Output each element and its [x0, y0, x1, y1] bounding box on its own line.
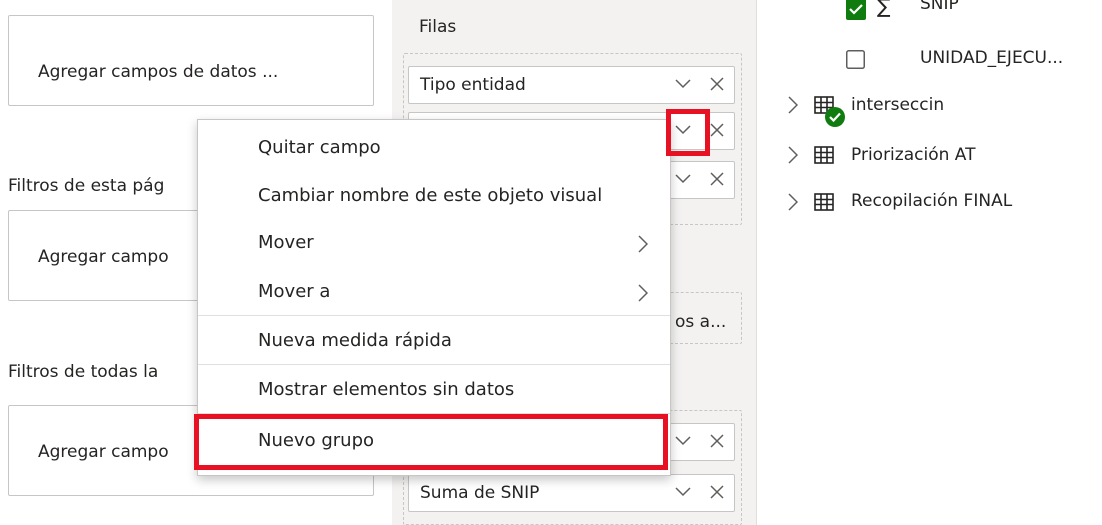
- check-badge-icon: [825, 107, 845, 127]
- menu-item-label: Mover a: [258, 281, 331, 302]
- page-filter-placeholder: Agregar campo: [38, 247, 169, 267]
- table-item-label[interactable]: interseccin: [851, 95, 944, 115]
- columns-placeholder: os a...: [675, 312, 727, 332]
- menu-item-label: Cambiar nombre de este objeto visual: [258, 185, 603, 206]
- close-icon[interactable]: [710, 434, 724, 448]
- menu-separator: [198, 315, 670, 316]
- menu-item-label: Nueva medida rápida: [258, 330, 452, 351]
- chevron-down-icon[interactable]: [675, 79, 691, 89]
- all-pages-filters-title: Filtros de todas la: [8, 362, 159, 382]
- value-field-pill[interactable]: Suma de SNIP: [408, 474, 735, 512]
- field-item-label[interactable]: UNIDAD_EJECU...: [920, 48, 1063, 68]
- menu-item-cambiar-nombre[interactable]: Cambiar nombre de este objeto visual: [198, 172, 670, 220]
- row-field-pill[interactable]: Tipo entidad: [408, 66, 735, 104]
- sigma-icon: ∑: [877, 0, 891, 18]
- fields-pane: [756, 0, 1102, 525]
- menu-item-quitar-campo[interactable]: Quitar campo: [198, 124, 670, 172]
- field-item-label[interactable]: SNIP: [920, 0, 959, 14]
- chevron-down-icon[interactable]: [675, 436, 691, 446]
- chevron-right-icon: [638, 235, 648, 253]
- close-icon[interactable]: [710, 77, 724, 91]
- close-icon[interactable]: [710, 172, 724, 186]
- menu-item-label: Quitar campo: [258, 137, 381, 158]
- nuevo-grupo-highlight: [194, 414, 668, 470]
- close-icon[interactable]: [710, 485, 724, 499]
- menu-item-label: Mostrar elementos sin datos: [258, 379, 515, 400]
- all-pages-filter-placeholder: Agregar campo: [38, 442, 169, 462]
- chevron-right-icon[interactable]: [788, 96, 798, 114]
- checkbox-checked-icon[interactable]: [846, 0, 866, 20]
- menu-item-mover-a[interactable]: Mover a: [198, 268, 670, 316]
- row-field-label: Tipo entidad: [420, 75, 526, 95]
- value-field-label: Suma de SNIP: [420, 483, 540, 503]
- checkbox-icon[interactable]: [846, 50, 865, 69]
- chevron-right-icon: [638, 284, 648, 302]
- visual-filter-placeholder: Agregar campos de datos ...: [38, 62, 279, 82]
- table-icon: [814, 146, 834, 164]
- menu-item-mover[interactable]: Mover: [198, 219, 670, 267]
- table-icon: [814, 193, 834, 211]
- table-item-label[interactable]: Priorización AT: [851, 145, 975, 165]
- page-filters-title: Filtros de esta pág: [8, 176, 165, 196]
- close-icon[interactable]: [710, 123, 724, 137]
- menu-separator: [198, 364, 670, 365]
- chevron-down-icon[interactable]: [675, 487, 691, 497]
- menu-item-nueva-medida-rapida[interactable]: Nueva medida rápida: [198, 317, 670, 365]
- visual-filter-drop-zone[interactable]: Agregar campos de datos ...: [8, 15, 374, 106]
- rows-well-label: Filas: [419, 17, 457, 37]
- menu-item-mostrar-sin-datos[interactable]: Mostrar elementos sin datos: [198, 366, 670, 414]
- chevron-right-icon[interactable]: [788, 146, 798, 164]
- chevron-down-icon[interactable]: [675, 174, 691, 184]
- table-item-label[interactable]: Recopilación FINAL: [851, 191, 1012, 211]
- chevron-highlight: [666, 109, 710, 156]
- chevron-right-icon[interactable]: [788, 193, 798, 211]
- menu-item-label: Mover: [258, 232, 314, 253]
